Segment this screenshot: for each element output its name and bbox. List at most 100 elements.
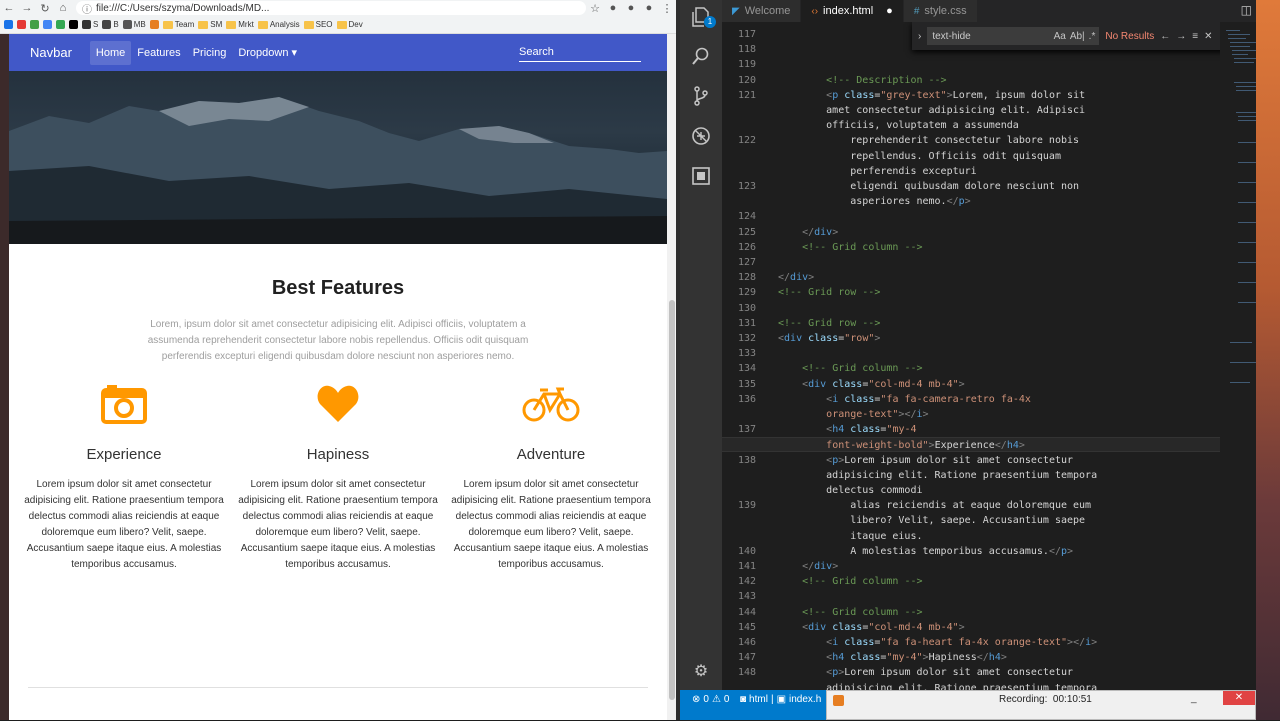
status-item-html[interactable]: ◙ html | ▣ index.h — [740, 694, 821, 705]
bookmark-item[interactable]: Mrkt — [226, 20, 254, 29]
bookmark-item[interactable]: S — [82, 20, 98, 29]
code-line[interactable]: 133 — [722, 346, 1220, 361]
split-editor-icon[interactable]: ◫ — [1241, 3, 1252, 17]
code-line[interactable]: 132 <div class="row"> — [722, 331, 1220, 346]
code-line[interactable]: 141 </div> — [722, 559, 1220, 574]
code-line[interactable]: 122 reprehenderit consectetur labore nob… — [722, 133, 1220, 148]
modified-dot-icon[interactable]: ● — [886, 5, 893, 17]
code-editor[interactable]: 117 118 119 120 <!-- Description --> 121 <p … — [722, 22, 1220, 690]
bookmark-item[interactable]: SEO — [303, 20, 333, 29]
code-line[interactable]: 145 <div class="col-md-4 mb-4"> — [722, 620, 1220, 635]
code-line[interactable]: 126 <!-- Grid column --> — [722, 240, 1220, 255]
code-line[interactable]: officiis, voluptatem a assumenda — [722, 118, 1220, 133]
code-line[interactable]: libero? Velit, saepe. Accusantium saepe — [722, 513, 1220, 528]
previous-match-icon[interactable]: ← — [1160, 31, 1170, 42]
minimize-button[interactable]: _ — [1191, 693, 1197, 704]
page-scrollbar-thumb[interactable] — [669, 300, 675, 700]
code-line[interactable]: 128 </div> — [722, 270, 1220, 285]
back-icon[interactable]: ← — [0, 2, 18, 14]
next-match-icon[interactable]: → — [1176, 31, 1186, 42]
match-case-icon[interactable]: Aa — [1054, 31, 1066, 42]
code-line[interactable]: 139 alias reiciendis at eaque doloremque… — [722, 498, 1220, 513]
code-line[interactable]: 143 — [722, 589, 1220, 604]
code-line[interactable]: amet consectetur adipisicing elit. Adipi… — [722, 103, 1220, 118]
code-line[interactable]: itaque eius. — [722, 529, 1220, 544]
regex-icon[interactable]: .* — [1089, 31, 1096, 42]
code-line[interactable]: perferendis excepturi — [722, 164, 1220, 179]
nav-link-features[interactable]: Features — [131, 41, 186, 65]
code-line[interactable]: 140 A molestias temporibus accusamus.</p… — [722, 544, 1220, 559]
close-button[interactable]: ✕ — [1223, 691, 1255, 705]
code-line[interactable]: 146 <i class="fa fa-heart fa-4x orange-t… — [722, 635, 1220, 650]
code-line[interactable]: 119 — [722, 57, 1220, 72]
code-line[interactable]: repellendus. Officiis odit quisquam — [722, 149, 1220, 164]
nav-link-pricing[interactable]: Pricing — [187, 41, 233, 65]
source-control-icon[interactable] — [690, 85, 712, 107]
code-line[interactable]: 127 — [722, 255, 1220, 270]
extensions-icon[interactable] — [690, 165, 712, 187]
tab-index-html[interactable]: ‹› index.html ● — [801, 0, 904, 22]
home-icon[interactable]: ⌂ — [54, 2, 72, 14]
code-line[interactable]: 148 <p>Lorem ipsum dolor sit amet consec… — [722, 665, 1220, 680]
code-line[interactable]: 147 <h4 class="my-4">Hapiness</h4> — [722, 650, 1220, 665]
code-line[interactable]: adipisicing elit. Ratione praesentium te… — [722, 468, 1220, 483]
code-line[interactable]: font-weight-bold">Experience</h4> — [722, 437, 1220, 453]
search-input[interactable] — [519, 46, 641, 58]
code-line[interactable]: 120 <!-- Description --> — [722, 73, 1220, 88]
search-icon[interactable] — [690, 45, 712, 67]
star-icon[interactable]: ☆ — [586, 2, 604, 15]
code-line[interactable]: delectus commodi — [722, 483, 1220, 498]
bookmark-item[interactable] — [149, 20, 159, 29]
tab-style-css[interactable]: # style.css — [903, 0, 978, 22]
extension-icon[interactable]: ● — [622, 2, 640, 14]
bookmark-item[interactable] — [69, 20, 78, 29]
code-line[interactable]: 136 <i class="fa fa-camera-retro fa-4x — [722, 392, 1220, 407]
bookmark-item[interactable]: Analysis — [257, 20, 300, 29]
bookmark-item[interactable]: Team — [162, 20, 194, 29]
code-line[interactable]: 142 <!-- Grid column --> — [722, 574, 1220, 589]
code-line[interactable]: 123 eligendi quibusdam dolore nesciunt n… — [722, 179, 1220, 194]
toggle-replace-icon[interactable]: › — [918, 31, 921, 42]
code-line[interactable]: 137 <h4 class="my-4 — [722, 422, 1220, 437]
bookmark-item[interactable] — [43, 20, 52, 29]
close-icon[interactable]: ✕ — [1204, 31, 1212, 42]
nav-link-home[interactable]: Home — [89, 40, 132, 65]
code-line[interactable]: asperiores nemo.</p> — [722, 194, 1220, 209]
code-line[interactable]: 134 <!-- Grid column --> — [722, 361, 1220, 376]
code-line[interactable]: orange-text"></i> — [722, 407, 1220, 422]
problems-status[interactable]: ⊗ 0 ⚠ 0 — [692, 694, 729, 705]
bookmark-item[interactable]: MB — [122, 20, 146, 29]
page-info-icon[interactable]: ⓘ — [82, 1, 92, 16]
extension-icon[interactable]: ● — [604, 2, 622, 14]
bookmark-item[interactable] — [4, 20, 13, 29]
url-field[interactable]: ⓘ file:///C:/Users/szyma/Downloads/MD... — [76, 1, 586, 15]
settings-gear-icon[interactable]: ⚙ — [690, 660, 712, 682]
code-line[interactable]: 129 <!-- Grid row --> — [722, 285, 1220, 300]
bookmark-item[interactable] — [17, 20, 26, 29]
code-line[interactable]: 131 <!-- Grid row --> — [722, 316, 1220, 331]
reload-icon[interactable]: ↻ — [36, 2, 54, 15]
code-line[interactable]: adipisicing elit. Ratione praesentium te… — [722, 681, 1220, 690]
code-line[interactable]: 130 — [722, 301, 1220, 316]
find-input[interactable]: text-hide Aa Ab| .* — [927, 27, 1100, 45]
bookmark-item[interactable]: Dev — [336, 20, 363, 29]
menu-icon[interactable]: ⋮ — [658, 2, 676, 15]
whole-word-icon[interactable]: Ab| — [1070, 31, 1085, 42]
bookmark-item[interactable] — [56, 20, 65, 29]
find-in-selection-icon[interactable]: ≡ — [1192, 31, 1198, 42]
navbar-brand[interactable]: Navbar — [30, 45, 72, 60]
forward-icon[interactable]: → — [18, 2, 36, 14]
bookmark-item[interactable]: B — [102, 20, 119, 29]
code-line[interactable]: 124 — [722, 209, 1220, 224]
nav-link-dropdown[interactable]: Dropdown ▾ — [232, 40, 303, 65]
bookmark-item[interactable] — [30, 20, 39, 29]
code-line[interactable]: 121 <p class="grey-text">Lorem, ipsum do… — [722, 88, 1220, 103]
code-line[interactable]: 135 <div class="col-md-4 mb-4"> — [722, 377, 1220, 392]
extension-icon[interactable]: ● — [640, 2, 658, 14]
code-line[interactable]: 144 <!-- Grid column --> — [722, 605, 1220, 620]
code-line[interactable]: 125 </div> — [722, 225, 1220, 240]
tab-welcome[interactable]: ◤ Welcome — [722, 0, 802, 22]
code-line[interactable]: 138 <p>Lorem ipsum dolor sit amet consec… — [722, 453, 1220, 468]
bookmark-item[interactable]: SM — [198, 20, 222, 29]
debug-icon[interactable] — [690, 125, 712, 147]
